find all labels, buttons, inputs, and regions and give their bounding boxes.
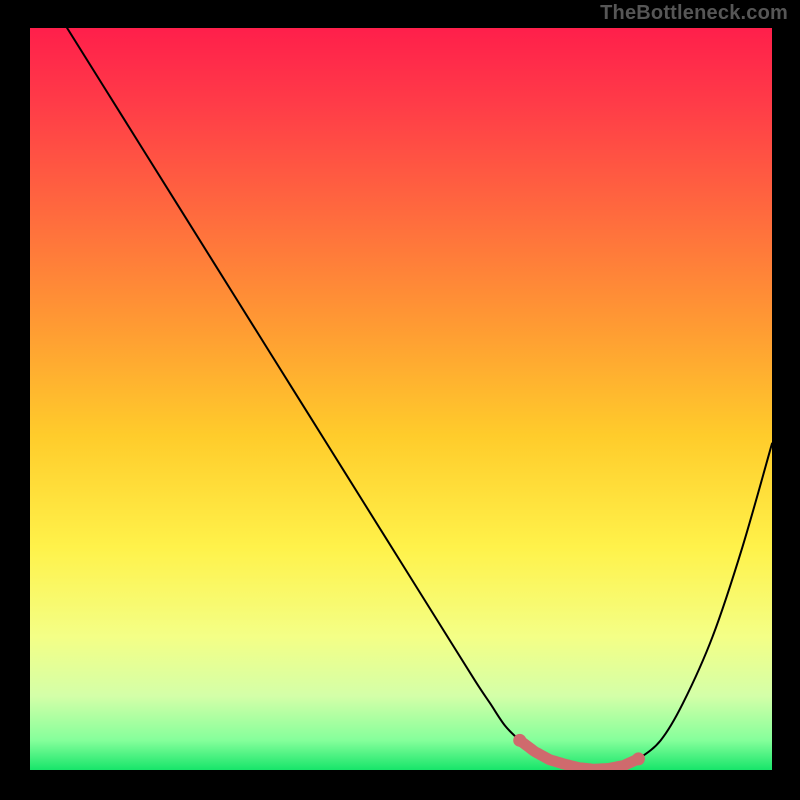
optimal-end-dot (632, 752, 645, 765)
watermark-text: TheBottleneck.com (600, 2, 788, 25)
bottleneck-chart (0, 0, 800, 800)
optimal-start-dot (513, 734, 526, 747)
chart-frame: TheBottleneck.com (0, 0, 800, 800)
gradient-background (30, 28, 772, 770)
